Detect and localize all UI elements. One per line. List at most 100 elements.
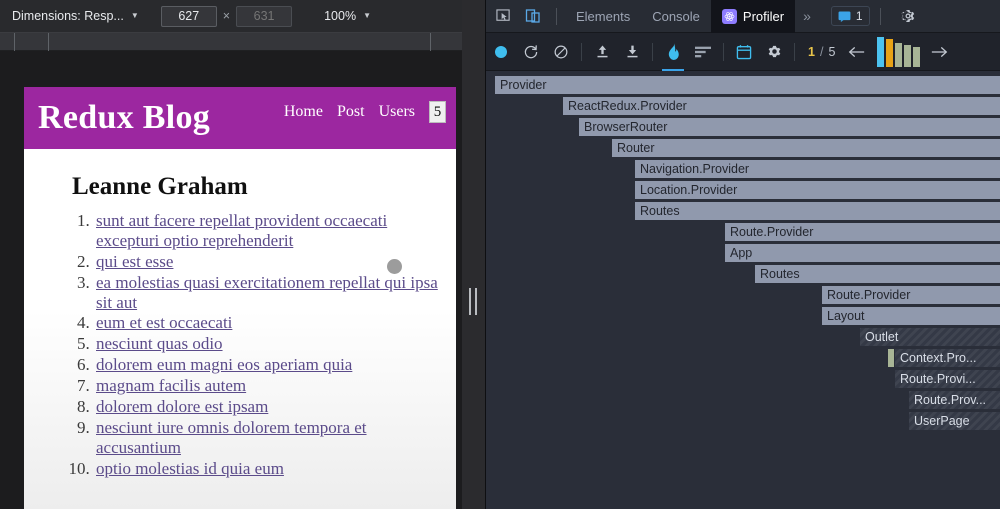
pane-splitter[interactable] xyxy=(462,0,485,509)
cursor-indicator xyxy=(387,259,402,274)
post-link[interactable]: sunt aut facere repellat provident occae… xyxy=(96,211,387,250)
tab-console[interactable]: Console xyxy=(641,0,711,33)
flamegraph-bar[interactable]: Route.Prov... xyxy=(908,390,1000,410)
post-link[interactable]: nesciunt quas odio xyxy=(96,334,223,353)
post-link[interactable]: eum et est occaecati xyxy=(96,313,232,332)
flamegraph-bar-label: Router xyxy=(617,141,655,155)
flamegraph-row: Routes xyxy=(486,201,1000,221)
flamegraph-bar[interactable]: Route.Provider xyxy=(724,222,1000,242)
flamegraph-bar-label: Layout xyxy=(827,309,865,323)
flamegraph-row: Outlet xyxy=(486,327,1000,347)
commit-total: 5 xyxy=(828,44,836,59)
toolbar-divider xyxy=(794,42,795,61)
more-tabs-icon[interactable]: » xyxy=(795,8,819,24)
commit-bar[interactable] xyxy=(904,44,912,67)
commit-bar[interactable] xyxy=(913,46,921,67)
flamegraph-row: Navigation.Provider xyxy=(486,159,1000,179)
flamegraph-bar-label: Outlet xyxy=(865,330,899,344)
flamegraph-row: Router xyxy=(486,138,1000,158)
flamegraph-row: Route.Provider xyxy=(486,285,1000,305)
arrow-left-icon[interactable] xyxy=(841,33,871,71)
dimensions-dropdown[interactable]: Dimensions: Resp... ▼ xyxy=(12,9,139,23)
post-link[interactable]: dolorem dolore est ipsam xyxy=(96,397,268,416)
flamegraph-bar[interactable]: Routes xyxy=(634,201,1000,221)
device-emulation-pane: Dimensions: Resp... ▼ × 100% ▼ R xyxy=(0,0,485,509)
flamegraph-bar[interactable]: UserPage xyxy=(908,411,1000,431)
post-list: sunt aut facere repellat provident occae… xyxy=(94,211,446,478)
page-title: Redux Blog xyxy=(38,99,211,136)
flamegraph-bar-label: Route.Provi... xyxy=(900,372,976,386)
clear-profiling-icon[interactable] xyxy=(546,33,576,71)
emulated-page: Redux Blog Home Post Users 5 Leanne Grah… xyxy=(24,87,456,509)
flamegraph-bar[interactable]: Route.Provider xyxy=(821,285,1000,305)
list-item: dolorem eum magni eos aperiam quia xyxy=(94,355,446,375)
calendar-timeline-icon[interactable] xyxy=(729,33,759,71)
flamegraph-row: BrowserRouter xyxy=(486,117,1000,137)
flamegraph-bar-label: Route.Provider xyxy=(730,225,814,239)
list-item: sunt aut facere repellat provident occae… xyxy=(94,211,446,251)
flamegraph-row: Context.Pro... xyxy=(486,348,1000,368)
flamegraph-bar[interactable]: Routes xyxy=(754,264,1000,284)
splitter-grip[interactable] xyxy=(469,288,477,315)
post-link[interactable]: qui est esse xyxy=(96,252,173,271)
devtools-panel: Elements Console Profiler » 1 1 / 5 Prov… xyxy=(485,0,1000,509)
ranked-chart-icon[interactable] xyxy=(688,33,718,71)
commit-bar[interactable] xyxy=(877,36,885,67)
tab-label: Console xyxy=(652,8,700,24)
post-link[interactable]: nesciunt iure omnis dolorem tempora et a… xyxy=(96,418,367,457)
react-logo-icon xyxy=(721,8,737,24)
flamegraph-bar[interactable]: Provider xyxy=(494,75,1000,95)
message-count-badge[interactable]: 1 xyxy=(830,6,870,26)
download-arrow-icon[interactable] xyxy=(617,33,647,71)
flamegraph-row: Provider xyxy=(486,75,1000,95)
toolbar-divider xyxy=(581,42,582,61)
profiler-toolbar: 1 / 5 xyxy=(486,33,1000,71)
gear-icon[interactable] xyxy=(759,33,789,71)
flamegraph-bar[interactable]: Context.Pro... xyxy=(894,348,1000,368)
commit-bar-chart[interactable] xyxy=(877,36,921,67)
flamegraph-row: ReactRedux.Provider xyxy=(486,96,1000,116)
inspect-element-icon[interactable] xyxy=(490,3,516,29)
zoom-dropdown[interactable]: 100% ▼ xyxy=(324,9,371,23)
flame-icon[interactable] xyxy=(658,33,688,71)
upload-arrow-icon[interactable] xyxy=(587,33,617,71)
reload-and-profile-icon[interactable] xyxy=(516,33,546,71)
commit-counter: 1 / 5 xyxy=(808,45,835,59)
nav-link-post[interactable]: Post xyxy=(337,103,365,121)
flamegraph-bar[interactable]: Layout xyxy=(821,306,1000,326)
post-link[interactable]: optio molestias id quia eum xyxy=(96,459,284,478)
blog-header: Redux Blog Home Post Users 5 xyxy=(24,87,456,149)
flamegraph-bar[interactable]: Router xyxy=(611,138,1000,158)
screen-root: Dimensions: Resp... ▼ × 100% ▼ R xyxy=(0,0,1000,509)
flamegraph-bar[interactable]: BrowserRouter xyxy=(578,117,1000,137)
flamegraph-bar[interactable]: Location.Provider xyxy=(634,180,1000,200)
commit-bar[interactable] xyxy=(886,38,894,67)
gear-icon[interactable] xyxy=(895,3,921,29)
flamegraph-bar-label: Route.Prov... xyxy=(914,393,987,407)
post-link[interactable]: ea molestias quasi exercitationem repell… xyxy=(96,273,438,312)
chevron-down-icon: ▼ xyxy=(130,11,139,20)
blog-body: Leanne Graham sunt aut facere repellat p… xyxy=(24,149,456,509)
post-link[interactable]: dolorem eum magni eos aperiam quia xyxy=(96,355,352,374)
record-circle-icon[interactable] xyxy=(486,33,516,71)
flamegraph-bar[interactable]: App xyxy=(724,243,1000,263)
tab-profiler[interactable]: Profiler xyxy=(710,0,796,33)
device-toolbar: Dimensions: Resp... ▼ × 100% ▼ xyxy=(0,0,485,33)
flamegraph-bar[interactable]: Navigation.Provider xyxy=(634,159,1000,179)
dimensions-label: Dimensions: Resp... xyxy=(12,9,124,23)
post-link[interactable]: magnam facilis autem xyxy=(96,376,246,395)
nav-link-users[interactable]: Users xyxy=(379,103,415,121)
flamegraph-bar[interactable]: Outlet xyxy=(859,327,1000,347)
viewport-height-input[interactable] xyxy=(236,5,293,27)
flamegraph-bar[interactable]: ReactRedux.Provider xyxy=(562,96,1000,116)
flamegraph-bar[interactable]: Route.Provi... xyxy=(894,369,1000,389)
tab-elements[interactable]: Elements xyxy=(565,0,641,33)
flamegraph-chart[interactable]: Provider ReactRedux.Provider BrowserRouter… xyxy=(486,71,1000,509)
arrow-right-icon[interactable] xyxy=(924,33,954,71)
toggle-device-toolbar-icon[interactable] xyxy=(520,3,546,29)
viewport-width-input[interactable] xyxy=(160,5,217,27)
flamegraph-row: Route.Provider xyxy=(486,222,1000,242)
nav-link-home[interactable]: Home xyxy=(284,103,323,121)
flamegraph-row: Layout xyxy=(486,306,1000,326)
commit-bar[interactable] xyxy=(895,43,903,67)
